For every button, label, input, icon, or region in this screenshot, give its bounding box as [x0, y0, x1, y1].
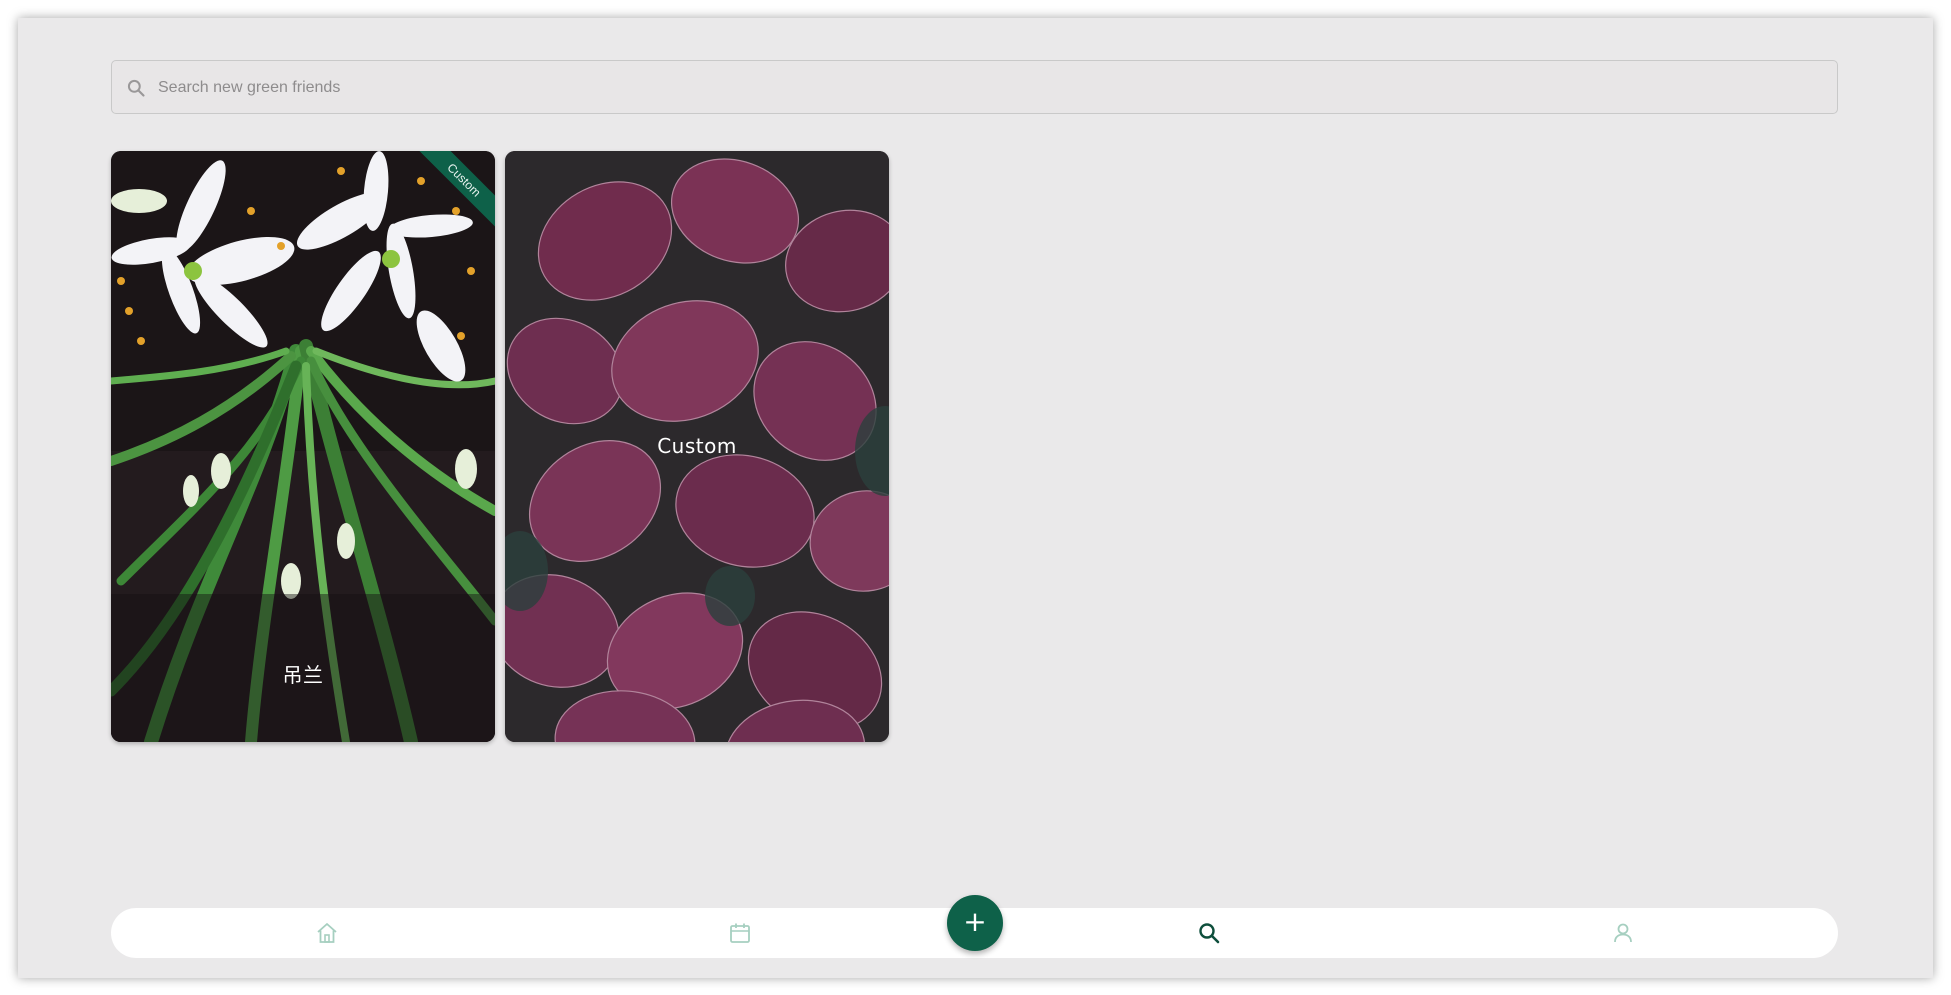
profile-icon[interactable] — [1611, 921, 1635, 945]
search-icon[interactable] — [1197, 921, 1221, 945]
home-icon[interactable] — [315, 921, 339, 945]
search-input[interactable] — [156, 61, 1820, 115]
app-window: 吊兰 Custom — [18, 18, 1933, 978]
add-plant-button[interactable]: + — [947, 895, 1003, 951]
plant-card[interactable]: 吊兰 Custom — [111, 151, 495, 742]
plant-card[interactable]: Custom — [505, 151, 889, 742]
card-title: 吊兰 — [282, 663, 324, 687]
calendar-icon[interactable] — [728, 921, 752, 945]
search-bar[interactable] — [111, 60, 1838, 115]
card-title: Custom — [657, 434, 737, 458]
search-icon — [127, 79, 145, 97]
